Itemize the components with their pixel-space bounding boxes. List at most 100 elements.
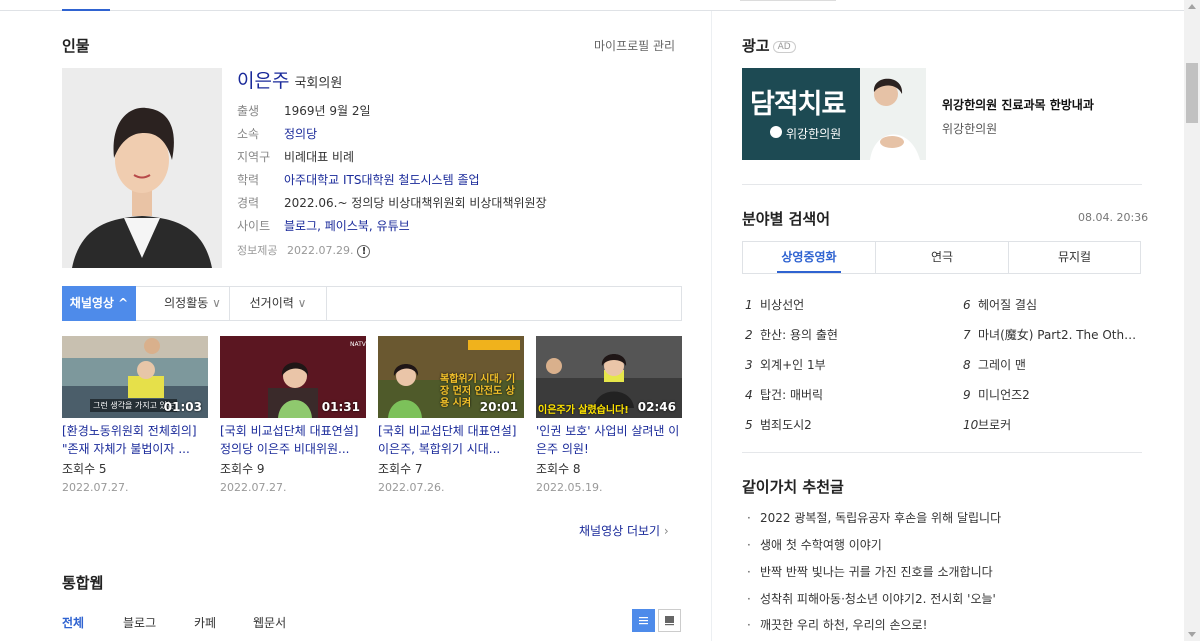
keyword-rank: 10 xyxy=(963,418,979,432)
video-title[interactable]: '인권 보호' 사업비 살려낸 이은주 의원! xyxy=(536,422,682,458)
bullet: · xyxy=(747,511,751,525)
chevron-up-icon: ^ xyxy=(113,296,129,310)
tab-channel-video[interactable]: 채널영상 ^ xyxy=(62,286,136,321)
web-section-title: 통합웹 xyxy=(62,574,104,592)
keyword-item[interactable]: 3 외계+인 1부 xyxy=(745,356,925,373)
more-videos-link[interactable]: 채널영상 더보기 › xyxy=(579,522,669,539)
scroll-down-arrow-icon[interactable] xyxy=(1188,632,1196,637)
video-date: 2022.07.26. xyxy=(378,481,445,494)
tab-election[interactable]: 선거이력 ∨ xyxy=(230,286,327,321)
video-duration: 02:46 xyxy=(637,400,676,414)
keyword-rank: 1 xyxy=(745,298,753,312)
person-name[interactable]: 이은주 xyxy=(237,70,289,92)
bullet: · xyxy=(747,592,751,606)
person-position: 국회의원 xyxy=(294,76,343,91)
svg-text:NATV: NATV xyxy=(350,341,366,348)
person-name-row: 이은주 국회의원 xyxy=(237,66,342,93)
recommend-item[interactable]: · 깨끗한 우리 하천, 우리의 손으로! xyxy=(747,616,927,633)
tab-theater[interactable]: 연극 xyxy=(875,242,1008,273)
keyword-item[interactable]: 7 마녀(魔女) Part2. The Oth… xyxy=(963,326,1143,343)
active-tab-indicator xyxy=(62,9,110,11)
recommend-item[interactable]: · 반짝 반짝 빛나는 귀를 가진 진호를 소개합니다 xyxy=(747,563,993,580)
video-title[interactable]: [국회 비교섭단체 대표연설] 정의당 이은주 비대위원... xyxy=(220,422,366,458)
keyword-text: 탑건: 매버릭 xyxy=(760,388,824,402)
info-key: 학력 xyxy=(237,173,260,187)
keyword-text: 마녀(魔女) Part2. The Oth… xyxy=(978,328,1137,342)
video-thumbnail[interactable]: NATV 01:31 xyxy=(220,336,366,418)
scroll-up-arrow-icon[interactable] xyxy=(1188,4,1196,9)
video-thumbnail[interactable]: 이은주가 살렸습니다! 02:46 xyxy=(536,336,682,418)
ad-badge: AD xyxy=(772,41,796,53)
ad-link-title[interactable]: 위강한의원 진료과목 한방내과 xyxy=(942,96,1094,113)
keywords-title: 분야별 검색어 xyxy=(742,210,831,228)
keyword-item[interactable]: 1 비상선언 xyxy=(745,296,925,313)
keyword-item[interactable]: 2 한산: 용의 출현 xyxy=(745,326,925,343)
recommend-text: 깨끗한 우리 하천, 우리의 손으로! xyxy=(760,618,928,632)
ad-advertiser: 위강한의원 xyxy=(942,122,998,136)
video-thumbnail[interactable]: 복합위기 시대, 기장 먼저 안전도 상용 시켜 20:01 xyxy=(378,336,524,418)
video-views: 조회수 8 xyxy=(536,462,581,476)
video-title[interactable]: [환경노동위원회 전체회의] "존재 자체가 불법이자 ... xyxy=(62,422,208,458)
video-date: 2022.05.19. xyxy=(536,481,603,494)
tab-label: 채널영상 xyxy=(69,296,114,310)
keyword-rank: 6 xyxy=(963,298,971,312)
keyword-item[interactable]: 8 그레이 맨 xyxy=(963,356,1143,373)
info-provider: 정보제공 2022.07.29.! xyxy=(237,242,371,258)
video-views: 조회수 5 xyxy=(62,462,107,476)
my-profile-manage-link[interactable]: 마이프로필 관리 xyxy=(594,37,675,54)
filter-webdoc[interactable]: 웹문서 xyxy=(253,614,286,631)
ad-image[interactable]: 담적치료 위강한의원 xyxy=(742,68,926,160)
site-links[interactable]: 블로그, 페이스북, 유튜브 xyxy=(284,219,410,233)
tab-musical[interactable]: 뮤지컬 xyxy=(1008,242,1140,273)
chevron-right-icon: › xyxy=(660,524,669,538)
info-value: 비례대표 비례 xyxy=(284,150,355,164)
info-party: 소속 정의당 xyxy=(237,125,317,142)
video-card[interactable]: 복합위기 시대, 기장 먼저 안전도 상용 시켜 20:01 [국회 비교섭단체… xyxy=(378,336,524,494)
info-value: 1969년 9월 2일 xyxy=(284,104,371,118)
video-thumbnail[interactable]: 그런 생각을 가지고 있는 01:03 xyxy=(62,336,208,418)
divider xyxy=(742,452,1142,453)
recommend-item[interactable]: · 2022 광복절, 독립유공자 후손을 위해 달립니다 xyxy=(747,509,1001,526)
keyword-text: 외계+인 1부 xyxy=(760,358,826,372)
video-duration: 01:03 xyxy=(163,400,202,414)
video-duration: 20:01 xyxy=(479,400,518,414)
video-card[interactable]: 이은주가 살렸습니다! 02:46 '인권 보호' 사업비 살려낸 이은주 의원… xyxy=(536,336,682,494)
info-key: 소속 xyxy=(237,127,260,141)
keyword-rank: 5 xyxy=(745,418,753,432)
keyword-item[interactable]: 6 헤어질 결심 xyxy=(963,296,1143,313)
divider xyxy=(742,184,1142,185)
filter-blog[interactable]: 블로그 xyxy=(123,614,156,631)
video-card[interactable]: 그런 생각을 가지고 있는 01:03 [환경노동위원회 전체회의] "존재 자… xyxy=(62,336,208,494)
keyword-rank: 9 xyxy=(963,388,971,402)
info-key: 경력 xyxy=(237,196,260,210)
recommend-item[interactable]: · 생애 첫 수학여행 이야기 xyxy=(747,536,882,553)
more-videos-label: 채널영상 더보기 xyxy=(579,524,661,538)
vertical-scrollbar[interactable] xyxy=(1184,0,1200,641)
keyword-item[interactable]: 5 범죄도시2 xyxy=(745,416,925,433)
keyword-item[interactable]: 9 미니언즈2 xyxy=(963,386,1143,403)
video-card[interactable]: NATV 01:31 [국회 비교섭단체 대표연설] 정의당 이은주 비대위원.… xyxy=(220,336,366,494)
scroll-thumb[interactable] xyxy=(1186,63,1198,123)
video-title[interactable]: [국회 비교섭단체 대표연설] 이은주, 복합위기 시대... xyxy=(378,422,524,458)
person-photo[interactable] xyxy=(62,68,222,268)
info-value-link[interactable]: 정의당 xyxy=(284,127,317,141)
filter-cafe[interactable]: 카페 xyxy=(194,614,216,631)
filter-all[interactable]: 전체 xyxy=(62,614,84,631)
ad-logo-icon xyxy=(770,126,782,138)
recommend-item[interactable]: · 성착취 피해아동·청소년 이야기2. 전시회 '오늘' xyxy=(747,590,996,607)
ad-model-image xyxy=(860,68,926,160)
keyword-item[interactable]: 10브로커 xyxy=(963,416,1143,433)
ad-image-brand: 위강한의원 xyxy=(786,127,842,141)
tab-movies[interactable]: 상영중영화 xyxy=(743,242,875,273)
list-view-icon[interactable] xyxy=(632,609,655,632)
keyword-item[interactable]: 4 탑건: 매버릭 xyxy=(745,386,925,403)
tab-legislative[interactable]: 의정활동 ∨ xyxy=(156,286,230,321)
keyword-text: 비상선언 xyxy=(760,298,805,312)
keyword-text: 헤어질 결심 xyxy=(978,298,1038,312)
grid-view-icon[interactable] xyxy=(658,609,681,632)
alert-icon[interactable]: ! xyxy=(357,245,371,258)
top-fragment xyxy=(740,0,836,1)
provider-date: 2022.07.29. xyxy=(287,244,354,257)
info-value-link[interactable]: 아주대학교 ITS대학원 철도시스템 졸업 xyxy=(284,173,480,187)
tab-label: 선거이력 xyxy=(249,296,294,310)
